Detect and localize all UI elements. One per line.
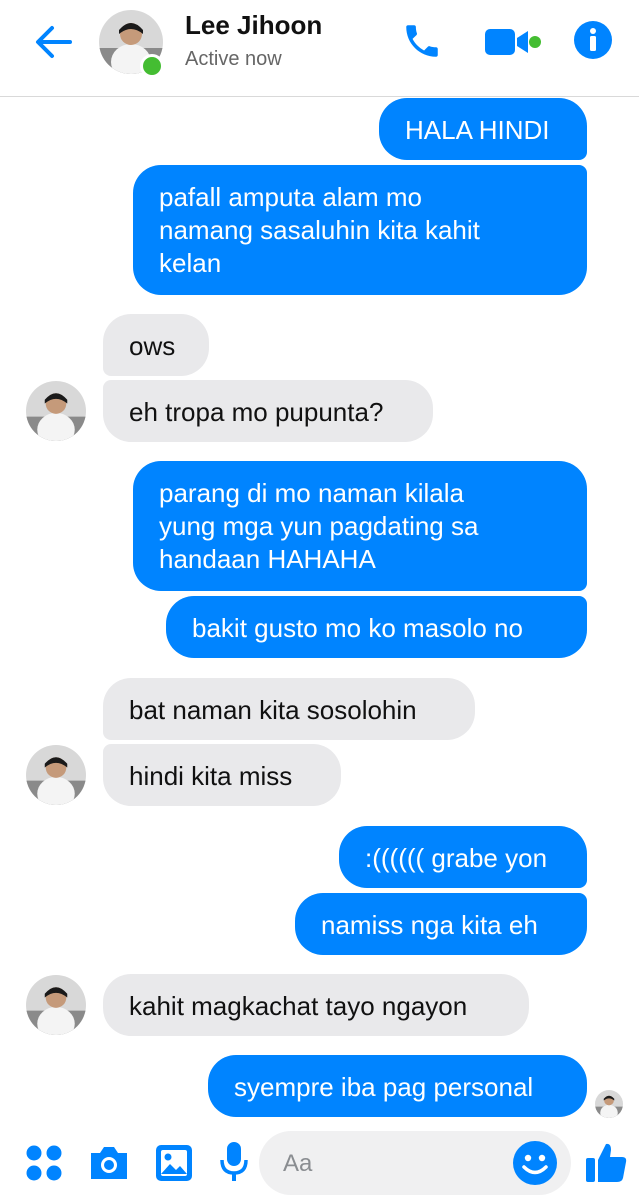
contact-avatar-small[interactable] — [26, 381, 86, 441]
contact-name[interactable]: Lee Jihoon — [185, 10, 322, 41]
message-bubble-outgoing[interactable]: syempre iba pag personal — [208, 1055, 587, 1117]
message-bubble-outgoing[interactable]: HALA HINDI — [379, 98, 587, 160]
gallery-icon[interactable] — [154, 1143, 194, 1183]
message-bubble-outgoing[interactable]: pafall amputa alam mo namang sasaluhin k… — [133, 165, 587, 295]
seen-receipt-avatar — [595, 1090, 623, 1118]
message-bubble-incoming[interactable]: eh tropa mo pupunta? — [103, 380, 433, 442]
message-bubble-incoming[interactable]: bat naman kita sosolohin — [103, 678, 475, 740]
message-bubble-incoming[interactable]: kahit magkachat tayo ngayon — [103, 974, 529, 1036]
phone-icon[interactable] — [401, 20, 443, 62]
contact-status: Active now — [185, 48, 282, 70]
message-input[interactable] — [281, 1143, 505, 1185]
emoji-icon[interactable] — [511, 1139, 559, 1187]
message-composer — [259, 1131, 571, 1195]
contact-avatar-small[interactable] — [26, 975, 86, 1035]
message-bubble-outgoing[interactable]: parang di mo naman kilala yung mga yun p… — [133, 461, 587, 591]
like-icon[interactable] — [584, 1140, 628, 1184]
online-status-dot — [140, 54, 164, 78]
back-arrow-icon[interactable] — [34, 22, 74, 62]
message-bubble-incoming[interactable]: ows — [103, 314, 209, 376]
info-icon[interactable] — [573, 20, 613, 60]
message-bubble-outgoing[interactable]: namiss nga kita eh — [295, 893, 587, 955]
apps-icon[interactable] — [24, 1143, 64, 1183]
message-bubble-outgoing[interactable]: :(((((( grabe yon — [339, 826, 587, 888]
video-camera-icon[interactable] — [484, 24, 542, 60]
chat-header: Lee Jihoon Active now — [0, 0, 639, 97]
message-bubble-outgoing[interactable]: bakit gusto mo ko masolo no — [166, 596, 587, 658]
message-bubble-incoming[interactable]: hindi kita miss — [103, 744, 341, 806]
microphone-icon[interactable] — [218, 1140, 250, 1184]
camera-icon[interactable] — [87, 1143, 131, 1183]
contact-avatar-small[interactable] — [26, 745, 86, 805]
